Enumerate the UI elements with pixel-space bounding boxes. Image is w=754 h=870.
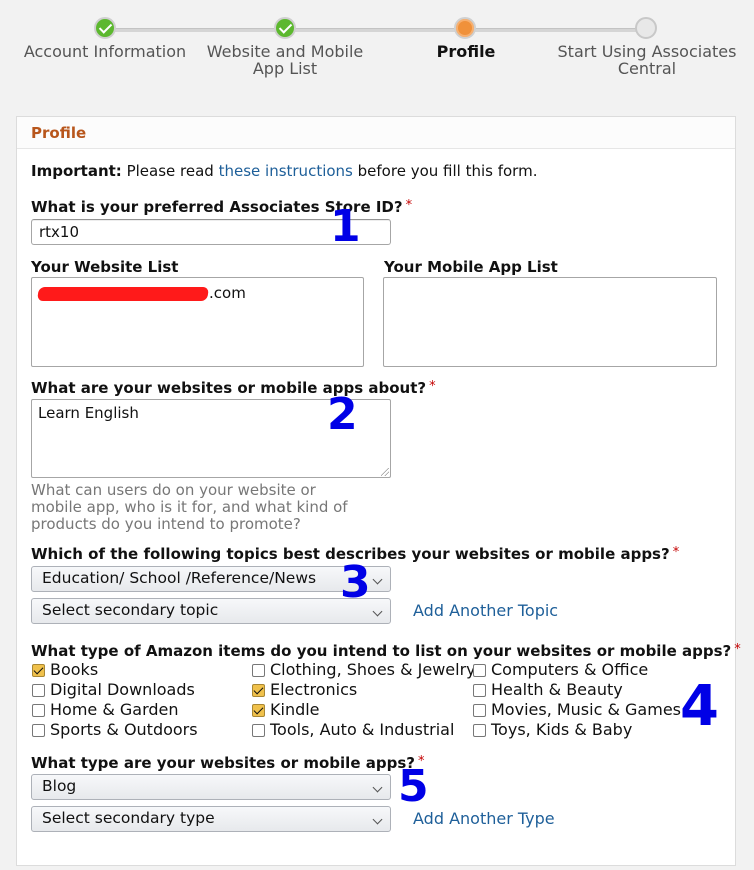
checkbox-label-electronics: Electronics (270, 680, 358, 699)
secondary-type-placeholder: Select secondary type (42, 809, 215, 827)
checkbox-tools[interactable] (252, 724, 265, 737)
step-profile-current-icon (454, 17, 476, 39)
annotation-number-2: 2 (327, 389, 358, 440)
checkbox-label-tools: Tools, Auto & Industrial (270, 720, 455, 739)
about-question: What are your websites or mobile apps ab… (31, 379, 436, 397)
checkbox-label-health: Health & Beauty (491, 680, 623, 699)
site-type-question: What type are your websites or mobile ap… (31, 754, 424, 772)
about-question-text: What are your websites or mobile apps ab… (31, 379, 427, 397)
required-mark: * (429, 379, 436, 394)
chevron-down-icon (372, 574, 383, 585)
checkbox-electronics[interactable] (252, 684, 265, 697)
checkbox-digital-downloads[interactable] (32, 684, 45, 697)
card-header: Profile (17, 117, 735, 149)
mobile-app-list-textarea[interactable] (383, 277, 717, 367)
checkbox-movies[interactable] (473, 704, 486, 717)
resize-grip-icon[interactable] (381, 468, 389, 476)
checkbox-books[interactable] (32, 664, 45, 677)
checkbox-label-toys: Toys, Kids & Baby (491, 720, 633, 739)
redaction-mark (37, 287, 209, 301)
required-mark: * (672, 545, 680, 560)
primary-topic-value: Education/ School /Reference/News (42, 569, 317, 587)
chevron-down-icon (372, 814, 383, 825)
checkbox-sports[interactable] (32, 724, 45, 737)
important-after: before you fill this form. (357, 162, 538, 180)
annotation-number-5: 5 (398, 761, 429, 812)
website-list-label: Your Website List (31, 258, 179, 276)
required-mark: * (405, 198, 413, 213)
secondary-topic-select[interactable]: Select secondary topic (31, 598, 391, 624)
checkbox-clothing[interactable] (252, 664, 265, 677)
important-prefix: Important: (31, 162, 122, 180)
annotation-number-3: 3 (340, 557, 371, 608)
progress-track-line (105, 28, 646, 32)
step-label-start: Start Using Associates Central (557, 42, 737, 78)
important-notice: Important: Please read these instruction… (31, 162, 537, 180)
annotation-number-1: 1 (330, 201, 361, 252)
about-hint: What can users do on your website or mob… (31, 481, 348, 533)
step-label-profile: Profile (436, 42, 496, 61)
step-start-pending-icon (635, 17, 657, 39)
progress-tracker: Account Information Website and Mobile A… (0, 0, 754, 100)
chevron-down-icon (372, 782, 383, 793)
checkbox-label-home-garden: Home & Garden (50, 700, 179, 719)
checkbox-health[interactable] (473, 684, 486, 697)
checkbox-toys[interactable] (473, 724, 486, 737)
items-question: What type of Amazon items do you intend … (31, 642, 741, 660)
instructions-link[interactable]: these instructions (219, 162, 353, 180)
checkbox-label-movies: Movies, Music & Games (491, 700, 681, 719)
about-value: Learn English (38, 404, 139, 422)
checkbox-label-kindle: Kindle (270, 700, 320, 719)
add-another-topic-link[interactable]: Add Another Topic (413, 601, 558, 620)
step-account-check-icon (94, 17, 116, 39)
checkbox-home-garden[interactable] (32, 704, 45, 717)
checkbox-label-digital-downloads: Digital Downloads (50, 680, 195, 699)
secondary-type-select[interactable]: Select secondary type (31, 806, 391, 832)
primary-type-select[interactable]: Blog (31, 774, 391, 800)
secondary-topic-placeholder: Select secondary topic (42, 601, 219, 619)
checkbox-kindle[interactable] (252, 704, 265, 717)
annotation-number-4: 4 (680, 674, 719, 739)
checkbox-computers[interactable] (473, 664, 486, 677)
step-label-account: Account Information (23, 42, 187, 61)
mobile-app-list-label: Your Mobile App List (384, 258, 558, 276)
items-question-text: What type of Amazon items do you intend … (31, 642, 732, 660)
website-list-value: .com (209, 284, 246, 302)
site-type-question-text: What type are your websites or mobile ap… (31, 754, 415, 772)
step-label-website: Website and Mobile App List (206, 42, 364, 78)
card-title: Profile (31, 124, 87, 142)
chevron-down-icon (372, 606, 383, 617)
checkbox-label-books: Books (50, 660, 99, 679)
step-website-check-icon (274, 17, 296, 39)
primary-type-value: Blog (42, 777, 77, 795)
checkbox-label-computers: Computers & Office (491, 660, 649, 679)
add-another-type-link[interactable]: Add Another Type (413, 809, 555, 828)
checkbox-label-sports: Sports & Outdoors (50, 720, 198, 739)
important-before: Please read (126, 162, 214, 180)
checkbox-label-clothing: Clothing, Shoes & Jewelry (270, 660, 476, 679)
required-mark: * (734, 642, 741, 657)
primary-topic-select[interactable]: Education/ School /Reference/News (31, 566, 391, 592)
